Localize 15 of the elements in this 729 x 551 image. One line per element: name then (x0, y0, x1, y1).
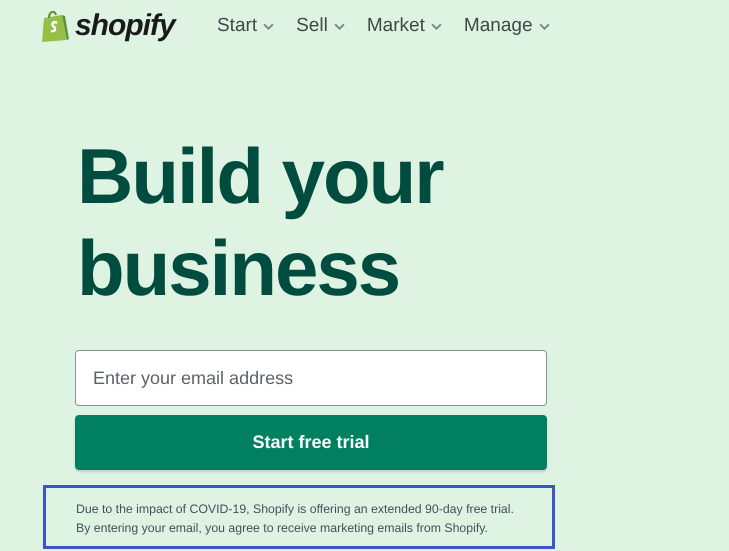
nav-menu-item[interactable]: Start (217, 15, 274, 37)
brand-logo-text[interactable]: shopify (75, 9, 175, 43)
disclaimer-text: Due to the impact of COVID-19, Shopify is offering an extended 90-day free trial. By entering your email, you agree to receive marketing emails from Shopify. (76, 501, 515, 537)
start-trial-button[interactable]: Start free trial (75, 415, 547, 470)
nav-menu-item[interactable]: Manage (464, 15, 550, 37)
hero-heading-line: Build your (77, 131, 443, 222)
nav-menu-item[interactable]: Sell (296, 15, 345, 37)
shopping-bag-icon (40, 9, 70, 43)
chevron-down-icon (430, 22, 442, 30)
chevron-down-icon (538, 22, 550, 30)
nav-menu-item[interactable]: Market (366, 15, 442, 37)
chevron-down-icon (334, 22, 345, 30)
hero-heading-line: business (77, 223, 400, 314)
email-input-field[interactable]: Enter your email address (75, 350, 547, 406)
chevron-down-icon (263, 22, 274, 30)
